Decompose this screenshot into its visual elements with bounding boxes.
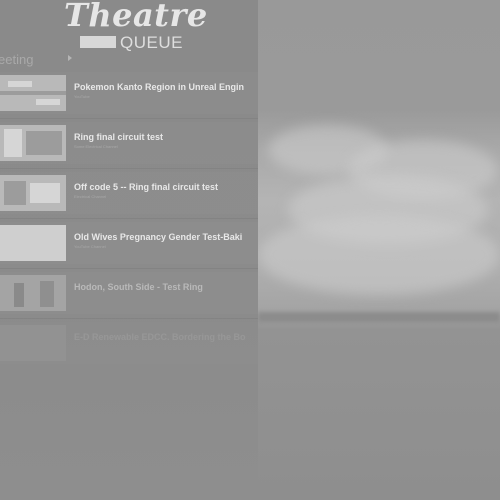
logo-sub-text: QUEUE bbox=[120, 33, 183, 52]
app-window: Theatre QUEUE eeting Pokemon Kanto Regio… bbox=[0, 0, 500, 500]
section-label: eeting bbox=[0, 52, 34, 67]
video-thumbnail[interactable] bbox=[0, 75, 66, 111]
video-title[interactable]: Ring final circuit test bbox=[74, 132, 163, 142]
play-icon bbox=[68, 55, 72, 61]
video-subtitle: YouTube Channel bbox=[74, 244, 106, 249]
video-thumbnail[interactable] bbox=[0, 175, 66, 211]
queue-panel: Theatre QUEUE eeting Pokemon Kanto Regio… bbox=[0, 0, 258, 500]
video-title[interactable]: Pokemon Kanto Region in Unreal Engin bbox=[74, 82, 244, 92]
list-item[interactable]: Pokemon Kanto Region in Unreal Engin You… bbox=[0, 68, 258, 118]
divider bbox=[0, 318, 258, 319]
video-thumbnail[interactable] bbox=[0, 275, 66, 311]
divider bbox=[0, 118, 258, 119]
video-thumbnail[interactable] bbox=[0, 125, 66, 161]
video-title[interactable]: Old Wives Pregnancy Gender Test-Baki bbox=[74, 232, 242, 242]
logo-bar bbox=[80, 36, 116, 48]
divider bbox=[0, 268, 258, 269]
horizon-line bbox=[258, 312, 500, 322]
divider bbox=[0, 218, 258, 219]
list-item[interactable]: Hodon, South Side - Test Ring bbox=[0, 268, 258, 318]
video-title[interactable]: E-D Renewable EDCC. Bordering the Bo bbox=[74, 332, 246, 342]
list-item[interactable]: Off code 5 -- Ring final circuit test El… bbox=[0, 168, 258, 218]
list-item[interactable]: Old Wives Pregnancy Gender Test-Baki You… bbox=[0, 218, 258, 268]
video-title[interactable]: Off code 5 -- Ring final circuit test bbox=[74, 182, 218, 192]
cloud-shape bbox=[258, 215, 500, 295]
hero-video-backdrop[interactable] bbox=[258, 0, 500, 500]
video-title[interactable]: Hodon, South Side - Test Ring bbox=[74, 282, 203, 292]
video-subtitle: Some Electrical Channel bbox=[74, 144, 118, 149]
list-item[interactable]: E-D Renewable EDCC. Bordering the Bo bbox=[0, 318, 258, 368]
logo-script-text: Theatre bbox=[64, 0, 208, 34]
video-subtitle: YouTube bbox=[74, 94, 90, 99]
list-item[interactable]: Ring final circuit test Some Electrical … bbox=[0, 118, 258, 168]
video-thumbnail[interactable] bbox=[0, 225, 66, 261]
theatre-queue-logo: Theatre QUEUE bbox=[64, 0, 207, 56]
video-thumbnail[interactable] bbox=[0, 325, 66, 361]
divider bbox=[0, 168, 258, 169]
video-subtitle: Electrical Channel bbox=[74, 194, 107, 199]
